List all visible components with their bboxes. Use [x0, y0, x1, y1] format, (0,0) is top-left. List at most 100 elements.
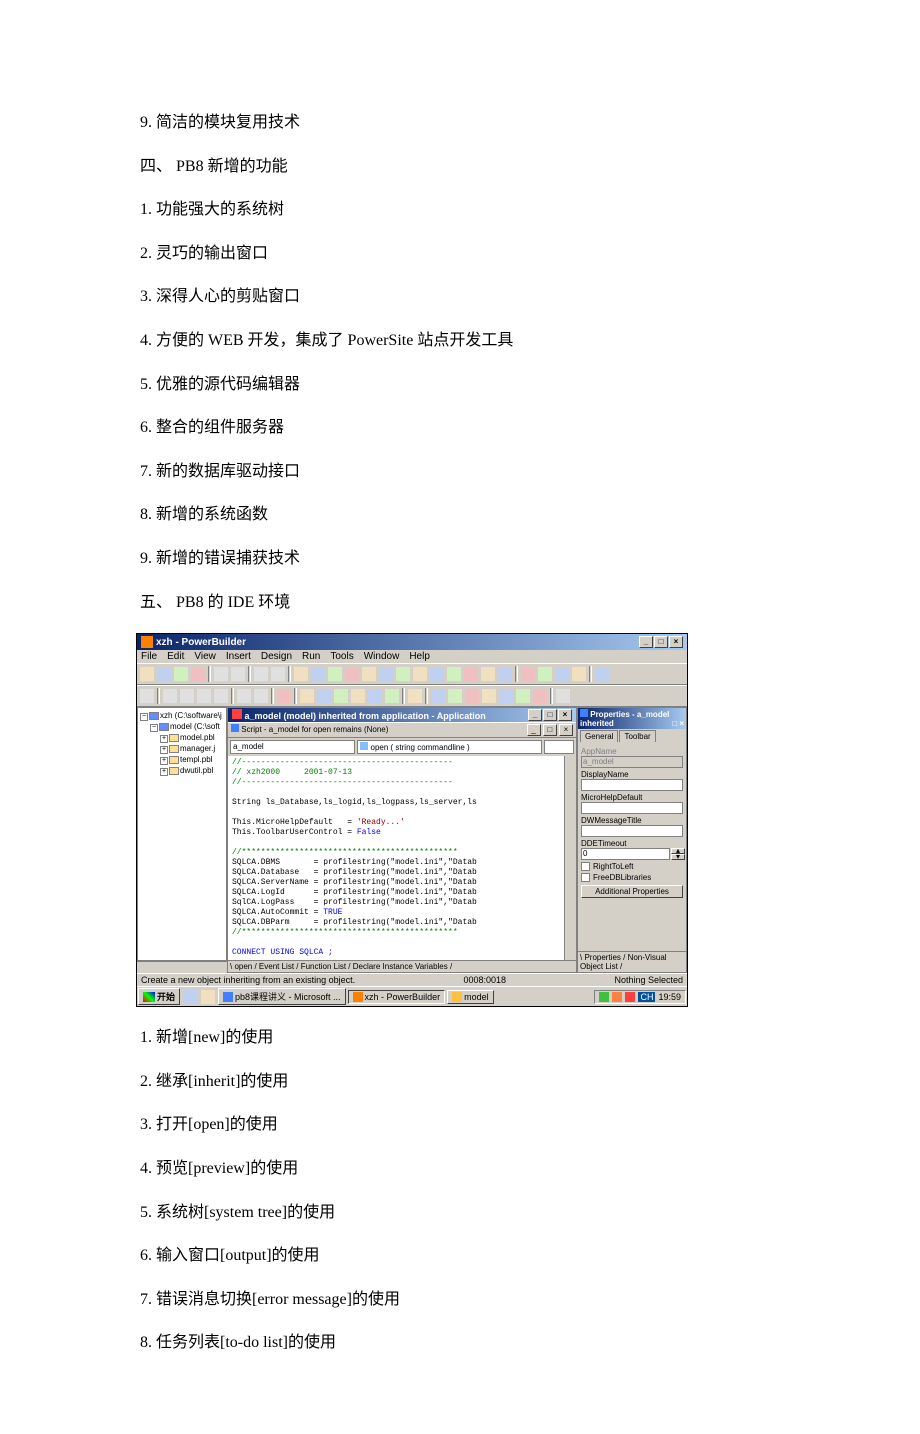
tb-paste-icon[interactable]	[196, 688, 212, 704]
quicklaunch-desktop-icon[interactable]	[200, 989, 216, 1005]
menu-view[interactable]: View	[194, 651, 216, 662]
menu-design[interactable]: Design	[261, 651, 292, 662]
editor-vscrollbar[interactable]	[564, 756, 576, 960]
tb-events-icon[interactable]	[464, 688, 480, 704]
tb-new-icon[interactable]	[139, 666, 155, 682]
tb-close2-icon[interactable]	[276, 688, 292, 704]
tree-label[interactable]: dwutil.pbl	[180, 766, 213, 775]
tb-comment-icon[interactable]	[367, 688, 383, 704]
menu-run[interactable]: Run	[302, 651, 320, 662]
tree-label[interactable]: manager.j	[180, 744, 215, 753]
tb-struct-icon[interactable]	[429, 666, 445, 682]
close-button[interactable]: ×	[669, 636, 683, 648]
tree-label[interactable]: templ.pbl	[180, 755, 212, 764]
field-microhelp[interactable]	[581, 802, 683, 814]
tb-pipe-icon[interactable]	[446, 666, 462, 682]
tb-window-icon[interactable]	[213, 666, 229, 682]
ancestor-dropdown[interactable]	[544, 740, 574, 754]
event-dropdown[interactable]: open ( string commandline )	[357, 740, 542, 754]
taskbar-item-folder[interactable]: model	[447, 990, 494, 1004]
tb-exit-icon[interactable]	[594, 666, 610, 682]
tb-proj-icon[interactable]	[270, 666, 286, 682]
child-maximize-button[interactable]: □	[543, 709, 557, 721]
checkbox-freedb[interactable]: FreeDBLibraries	[581, 873, 683, 882]
tb-vars-icon[interactable]	[498, 688, 514, 704]
child-minimize-button[interactable]: _	[528, 709, 542, 721]
menu-tools[interactable]: Tools	[330, 651, 353, 662]
clock[interactable]: 19:59	[658, 992, 681, 1002]
tb-build-icon[interactable]	[344, 666, 360, 682]
checkbox-icon[interactable]	[581, 862, 590, 871]
tb-web-icon[interactable]	[537, 666, 553, 682]
tb-help-icon[interactable]	[520, 666, 536, 682]
tb-funcs-icon[interactable]	[481, 688, 497, 704]
menu-window[interactable]: Window	[364, 651, 400, 662]
tb-func-icon[interactable]	[480, 666, 496, 682]
tray-icon-3[interactable]	[625, 992, 635, 1002]
field-dde[interactable]: 0	[581, 848, 670, 860]
tb-clear-icon[interactable]	[213, 688, 229, 704]
tb-run-icon[interactable]	[310, 666, 326, 682]
tb-debug-icon[interactable]	[327, 666, 343, 682]
tab-general[interactable]: General	[580, 730, 618, 742]
tb-edit-icon[interactable]	[395, 666, 411, 682]
properties-tabs[interactable]: General Toolbar	[578, 729, 686, 742]
child-close-button[interactable]: ×	[558, 709, 572, 721]
tb-browser-icon[interactable]	[430, 688, 446, 704]
editor-tabs[interactable]: \ open / Event List / Function List / De…	[228, 960, 576, 972]
ime-indicator[interactable]: CH	[638, 992, 655, 1002]
tree-expand-icon[interactable]: +	[160, 757, 168, 765]
tb-save2-icon[interactable]	[139, 688, 155, 704]
taskbar-item-pb[interactable]: xzh - PowerBuilder	[348, 990, 446, 1004]
tree-label[interactable]: model (C:\soft	[170, 722, 220, 731]
tb-menu-icon[interactable]	[497, 666, 513, 682]
system-tree[interactable]: −xzh (C:\software\j −model (C:\soft +mod…	[137, 707, 227, 961]
tb-paint-icon[interactable]	[412, 666, 428, 682]
tb-browse-icon[interactable]	[571, 666, 587, 682]
tb-open-icon[interactable]	[156, 666, 172, 682]
menu-file[interactable]: File	[141, 651, 157, 662]
tb-replace-icon[interactable]	[350, 688, 366, 704]
tb-query-icon[interactable]	[463, 666, 479, 682]
taskbar-item-word[interactable]: pb8课程讲义 - Microsoft ...	[218, 988, 346, 1005]
tb-window2-icon[interactable]	[230, 666, 246, 682]
menu-help[interactable]: Help	[409, 651, 430, 662]
tb-dw-icon[interactable]	[293, 666, 309, 682]
tree-collapse-icon[interactable]: −	[140, 713, 148, 721]
script-min-button[interactable]: _	[527, 724, 541, 736]
tree-label[interactable]: model.pbl	[180, 733, 215, 742]
tree-collapse-icon[interactable]: −	[150, 724, 158, 732]
code-editor[interactable]: //--------------------------------------…	[228, 756, 564, 960]
tab-toolbar[interactable]: Toolbar	[619, 730, 655, 742]
tb-save-icon[interactable]	[173, 666, 189, 682]
field-displayname[interactable]	[581, 779, 683, 791]
properties-title[interactable]: Properties - a_model inherited □ ×	[578, 708, 686, 729]
tb-db-icon[interactable]	[378, 666, 394, 682]
tree-expand-icon[interactable]: +	[160, 746, 168, 754]
tb-cut-icon[interactable]	[162, 688, 178, 704]
object-dropdown[interactable]: a_model	[230, 740, 355, 754]
start-button[interactable]: 开始	[138, 988, 180, 1005]
tb-inherit-icon[interactable]	[190, 666, 206, 682]
checkbox-icon[interactable]	[581, 873, 590, 882]
tb-redo-icon[interactable]	[253, 688, 269, 704]
system-tray[interactable]: CH 19:59	[594, 990, 686, 1004]
tray-icon-2[interactable]	[612, 992, 622, 1002]
field-dwmsg[interactable]	[581, 825, 683, 837]
tree-expand-icon[interactable]: +	[160, 768, 168, 776]
tb-compile-icon[interactable]	[407, 688, 423, 704]
quicklaunch-ie-icon[interactable]	[182, 989, 198, 1005]
tb-layout-icon[interactable]	[555, 688, 571, 704]
spinner-down-icon[interactable]: ▾	[671, 854, 685, 860]
menu-edit[interactable]: Edit	[167, 651, 184, 662]
tb-copy-icon[interactable]	[179, 688, 195, 704]
checkbox-rtl[interactable]: RightToLeft	[581, 862, 683, 871]
tb-script-icon[interactable]	[299, 688, 315, 704]
menu-insert[interactable]: Insert	[226, 651, 251, 662]
script-max-button[interactable]: □	[543, 724, 557, 736]
maximize-button[interactable]: □	[654, 636, 668, 648]
tray-icon-1[interactable]	[599, 992, 609, 1002]
tb-lib-icon[interactable]	[361, 666, 377, 682]
tb-app-icon[interactable]	[253, 666, 269, 682]
script-close-button[interactable]: ×	[559, 724, 573, 736]
